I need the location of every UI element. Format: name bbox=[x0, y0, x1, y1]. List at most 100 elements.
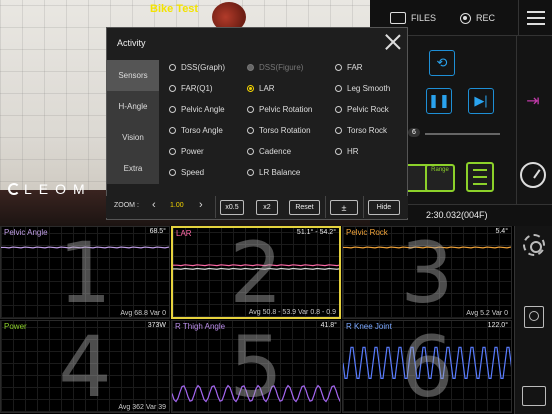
playback-slider[interactable] bbox=[425, 133, 500, 135]
next-frame-button[interactable]: ▶| bbox=[468, 88, 494, 114]
option-cadence[interactable]: Cadence bbox=[247, 146, 335, 157]
zoom-separator bbox=[215, 196, 216, 218]
option-label: Cadence bbox=[259, 147, 292, 156]
activity-dialog: Activity Sensors H-Angle Vision Extra DSS(G… bbox=[106, 27, 408, 220]
option-label: FAR bbox=[347, 63, 363, 72]
graph-panel-4[interactable]: 4 Power 373W Avg 362 Var 39 bbox=[0, 320, 170, 413]
right-sidebar bbox=[514, 226, 552, 414]
dialog-tabs: Sensors H-Angle Vision Extra bbox=[107, 60, 159, 184]
option-lr-balance[interactable]: LR Balance bbox=[247, 167, 335, 178]
note-icon bbox=[473, 169, 487, 171]
option-label: FAR(Q1) bbox=[181, 84, 213, 93]
tab-vision[interactable]: Vision bbox=[107, 122, 159, 153]
graph-value: 5.4° bbox=[495, 228, 508, 235]
option-pelvic-rotation[interactable]: Pelvic Rotation bbox=[247, 104, 335, 115]
graph-number: 6 bbox=[400, 320, 454, 413]
zoom-decrease-button[interactable]: ‹ bbox=[152, 199, 156, 211]
graph-panel-2[interactable]: 2 LAR 51.1° - 54.2° Avg 50.8 - 53.9 Var 0.8… bbox=[171, 226, 341, 319]
export-icon: ⇥ bbox=[526, 93, 540, 110]
option-label: Torso Rock bbox=[347, 126, 388, 135]
option-pelvic-rock[interactable]: Pelvic Rock bbox=[335, 104, 405, 115]
graph-panel-1[interactable]: 1 Pelvic Angle 68.5° Avg 68.8 Var 0 bbox=[0, 226, 170, 319]
radio-icon bbox=[247, 106, 254, 113]
option-far[interactable]: FAR bbox=[335, 62, 405, 73]
graph-panel-6[interactable]: 6 R Knee Joint 122.0° bbox=[342, 320, 512, 413]
tab-sensors[interactable]: Sensors bbox=[107, 60, 159, 91]
graph-value: 373W bbox=[147, 322, 166, 329]
radio-icon bbox=[247, 64, 254, 71]
radio-icon bbox=[169, 127, 176, 134]
graphs-grid: 1 Pelvic Angle 68.5° Avg 68.8 Var 0 2 LAR 51.1… bbox=[0, 226, 514, 414]
option-torso-angle[interactable]: Torso Angle bbox=[169, 125, 247, 136]
note-icon-line bbox=[473, 183, 487, 185]
graph-panel-5[interactable]: 5R Thigh Angle 41.8° bbox=[171, 320, 341, 413]
option-torso-rock[interactable]: Torso Rock bbox=[335, 125, 405, 136]
files-label: FILES bbox=[411, 13, 437, 23]
plus-minus-button[interactable]: ± bbox=[330, 200, 358, 215]
graph-number: 2 bbox=[229, 226, 283, 319]
option-leg-smooth[interactable]: Leg Smooth bbox=[335, 83, 405, 94]
radio-icon bbox=[169, 169, 176, 176]
brand-mark-icon bbox=[8, 183, 20, 195]
rec-button[interactable]: REC bbox=[460, 9, 495, 27]
pause-button[interactable]: ❚❚ bbox=[426, 88, 452, 114]
loop-button[interactable]: ⟲ bbox=[429, 50, 455, 76]
zoom-increase-button[interactable]: › bbox=[199, 199, 203, 211]
graph-panel-3[interactable]: 3 Pelvic Rock 5.4° Avg 5.2 Var 0 bbox=[342, 226, 512, 319]
hide-button[interactable]: Hide bbox=[368, 200, 400, 215]
option-label: Pelvic Rotation bbox=[259, 105, 313, 114]
zoom-label: ZOOM : bbox=[114, 202, 139, 209]
graph-value: 51.1° - 54.2° bbox=[296, 229, 336, 236]
close-icon[interactable] bbox=[384, 33, 402, 51]
radio-icon bbox=[169, 64, 176, 71]
zoom-reset-button[interactable]: Reset bbox=[289, 200, 320, 215]
zoom-half-button[interactable]: x0.5 bbox=[220, 200, 244, 215]
menu-icon-bar bbox=[526, 17, 545, 19]
menu-button[interactable] bbox=[518, 0, 552, 36]
graph-title: R Thigh Angle bbox=[175, 322, 226, 331]
layout-icon[interactable] bbox=[524, 306, 544, 328]
graph-number: 3 bbox=[400, 226, 454, 319]
pause-icon: ❚❚ bbox=[428, 93, 450, 108]
option-label: Torso Angle bbox=[181, 126, 223, 135]
rec-label: REC bbox=[476, 13, 496, 23]
graph-number: 5 bbox=[229, 320, 283, 413]
option-hr[interactable]: HR bbox=[335, 146, 405, 157]
radio-icon bbox=[247, 127, 254, 134]
files-button[interactable]: FILES bbox=[390, 9, 436, 27]
graph-number: 1 bbox=[58, 226, 112, 319]
option-label: Power bbox=[181, 147, 204, 156]
option-pelvic-angle[interactable]: Pelvic Angle bbox=[169, 104, 247, 115]
panel-divider bbox=[516, 36, 517, 226]
option-dss-graph-[interactable]: DSS(Graph) bbox=[169, 62, 247, 73]
dialog-title: Activity bbox=[117, 38, 146, 48]
option-label: DSS(Figure) bbox=[259, 63, 304, 72]
waveform-icon[interactable] bbox=[522, 386, 546, 406]
brand-text: LEOM bbox=[24, 181, 92, 197]
zoom-double-button[interactable]: x2 bbox=[256, 200, 278, 215]
brand-logo: LEOM bbox=[8, 181, 92, 197]
tab-h-angle[interactable]: H-Angle bbox=[107, 91, 159, 122]
add-range-button[interactable]: Range bbox=[425, 164, 455, 192]
gear-icon[interactable] bbox=[523, 234, 545, 256]
option-lar[interactable]: LAR bbox=[247, 83, 335, 94]
graph-value: 122.0° bbox=[487, 322, 508, 329]
graph-stats: Avg 68.8 Var 0 bbox=[120, 310, 166, 317]
gauge-button[interactable] bbox=[520, 162, 546, 188]
option-label: HR bbox=[347, 147, 359, 156]
option-power[interactable]: Power bbox=[169, 146, 247, 157]
note-button[interactable] bbox=[466, 162, 494, 192]
export-button[interactable]: ⇥ bbox=[520, 88, 546, 114]
option-torso-rotation[interactable]: Torso Rotation bbox=[247, 125, 335, 136]
zoom-value: 1.00 bbox=[170, 202, 184, 209]
tab-extra[interactable]: Extra bbox=[107, 153, 159, 184]
option-far-q1-[interactable]: FAR(Q1) bbox=[169, 83, 247, 94]
graph-title: Pelvic Angle bbox=[4, 228, 48, 237]
note-icon-line bbox=[473, 176, 487, 178]
option-label: Pelvic Angle bbox=[181, 105, 225, 114]
option-label: LAR bbox=[259, 84, 275, 93]
zoom-separator bbox=[363, 196, 364, 218]
option-speed[interactable]: Speed bbox=[169, 167, 247, 178]
next-frame-icon: ▶| bbox=[474, 93, 488, 108]
graph-title: LAR bbox=[176, 229, 192, 238]
